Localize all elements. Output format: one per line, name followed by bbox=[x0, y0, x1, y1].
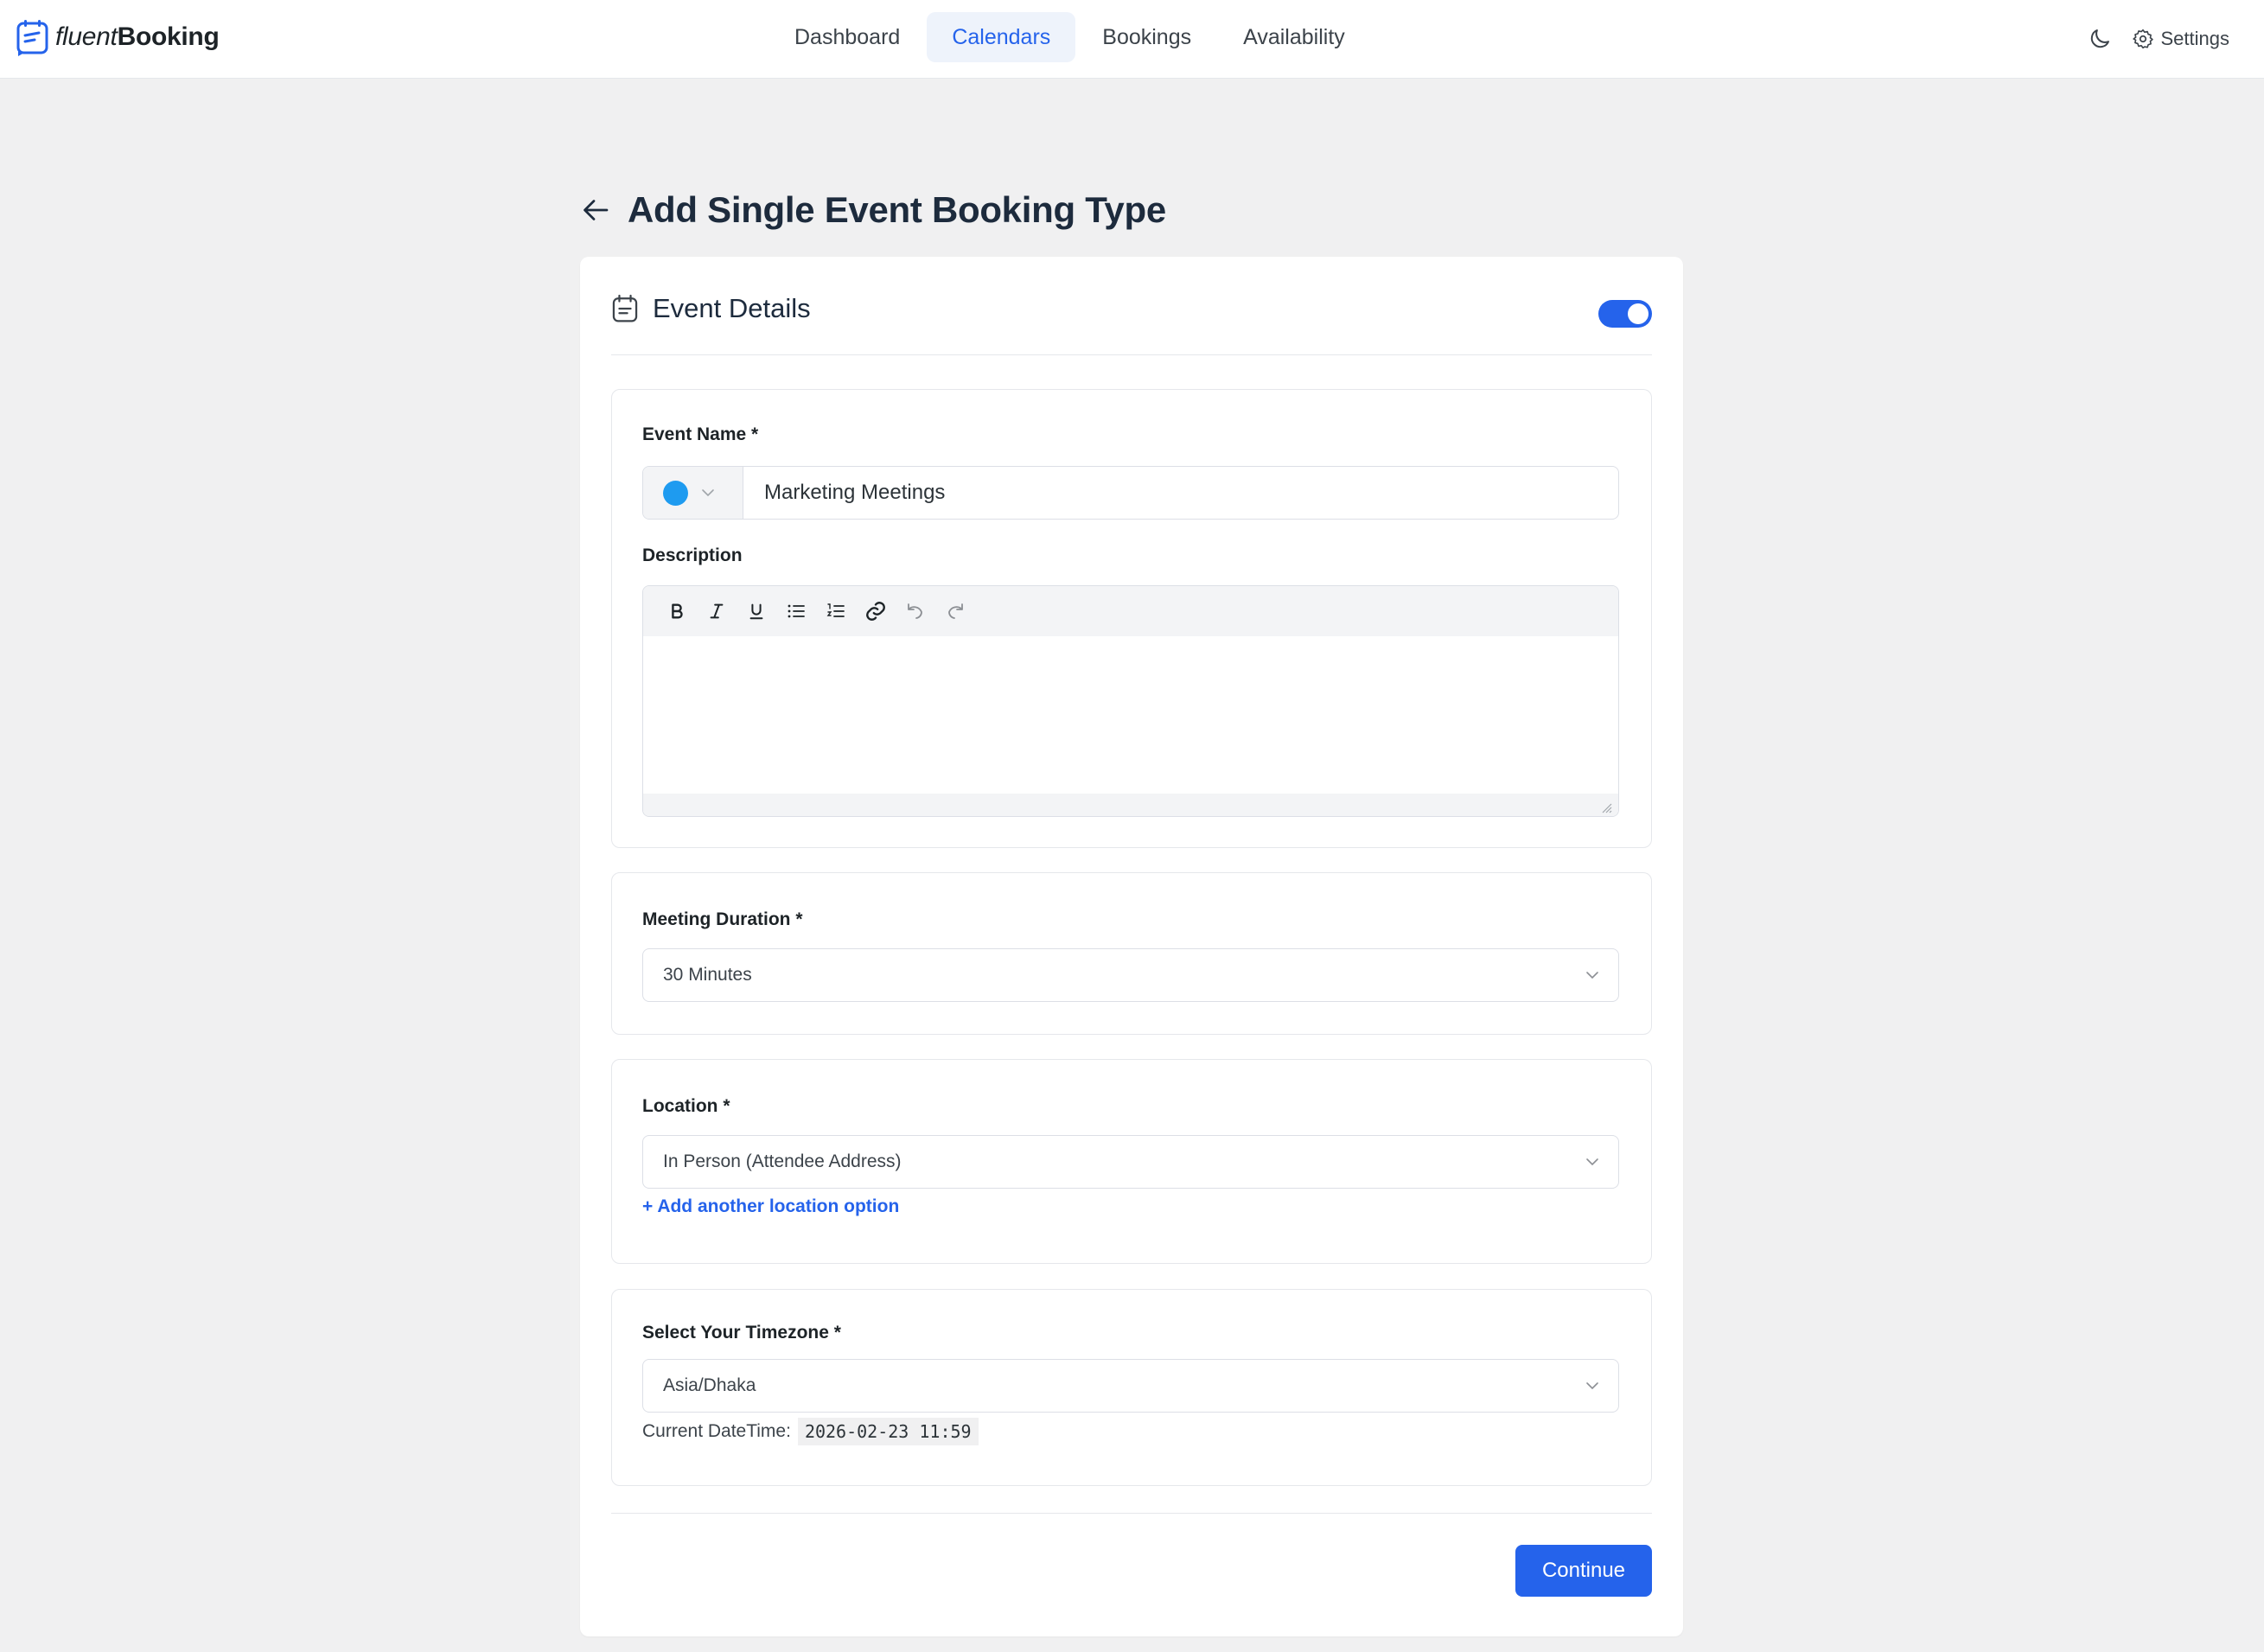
timezone-section: Select Your Timezone * Asia/Dhaka Curren… bbox=[611, 1289, 1652, 1486]
brand-logo[interactable]: fluentBooking bbox=[16, 17, 220, 57]
editor-toolbar bbox=[643, 586, 1618, 636]
event-color-picker[interactable] bbox=[643, 467, 743, 519]
chevron-down-icon bbox=[1586, 1158, 1598, 1166]
description-editor bbox=[642, 585, 1619, 817]
page-title: Add Single Event Booking Type bbox=[628, 189, 1166, 230]
moon-icon bbox=[2090, 29, 2109, 48]
color-swatch bbox=[663, 480, 688, 506]
timezone-select[interactable]: Asia/Dhaka bbox=[642, 1359, 1619, 1413]
link-icon bbox=[866, 602, 885, 621]
brand-name: fluentBooking bbox=[55, 22, 220, 52]
event-name-field: Marketing Meetings bbox=[642, 466, 1619, 520]
event-name-section: Event Name * Marketing Meetings Descript… bbox=[611, 389, 1652, 848]
location-select[interactable]: In Person (Attendee Address) bbox=[642, 1135, 1619, 1189]
chevron-down-icon bbox=[1586, 1382, 1598, 1390]
meeting-duration-value: 30 Minutes bbox=[663, 965, 752, 985]
underline-icon bbox=[749, 603, 763, 620]
event-name-label: Event Name * bbox=[642, 424, 759, 444]
nav-availability[interactable]: Availability bbox=[1218, 12, 1370, 62]
current-datetime-value: 2026-02-23 11:59 bbox=[797, 1418, 979, 1445]
location-section: Location * In Person (Attendee Address) … bbox=[611, 1059, 1652, 1264]
page-header: Add Single Event Booking Type bbox=[581, 183, 1166, 237]
brand-name-light: fluent bbox=[55, 22, 118, 51]
numbered-list-icon bbox=[826, 601, 845, 622]
link-button[interactable] bbox=[856, 594, 896, 628]
current-datetime: Current DateTime: 2026-02-23 11:59 bbox=[642, 1418, 979, 1445]
bold-icon bbox=[672, 603, 683, 619]
chevron-down-icon bbox=[1586, 972, 1598, 979]
divider bbox=[611, 1513, 1652, 1514]
undo-icon bbox=[908, 603, 922, 619]
timezone-label: Select Your Timezone * bbox=[642, 1323, 841, 1343]
location-value: In Person (Attendee Address) bbox=[663, 1151, 902, 1171]
nav-bookings[interactable]: Bookings bbox=[1077, 12, 1216, 62]
chevron-down-icon bbox=[702, 489, 714, 497]
italic-button[interactable] bbox=[697, 594, 737, 628]
top-navbar: fluentBooking Dashboard Calendars Bookin… bbox=[0, 0, 2264, 79]
event-name-input[interactable]: Marketing Meetings bbox=[743, 467, 945, 519]
location-label: Location * bbox=[642, 1096, 730, 1116]
description-label: Description bbox=[642, 545, 743, 565]
continue-button[interactable]: Continue bbox=[1515, 1545, 1652, 1597]
undo-button[interactable] bbox=[896, 594, 935, 628]
underline-button[interactable] bbox=[737, 594, 776, 628]
toggle-knob bbox=[1628, 303, 1649, 324]
event-enabled-toggle[interactable] bbox=[1598, 300, 1652, 328]
card-title: Event Details bbox=[653, 292, 811, 323]
back-button[interactable] bbox=[581, 193, 615, 227]
nav-dashboard[interactable]: Dashboard bbox=[769, 12, 925, 62]
bullet-list-icon bbox=[788, 604, 805, 618]
current-datetime-label: Current DateTime: bbox=[642, 1421, 791, 1441]
redo-icon bbox=[948, 603, 963, 619]
topbar-actions: Settings bbox=[2082, 21, 2230, 57]
settings-button[interactable]: Settings bbox=[2132, 28, 2230, 50]
main-nav: Dashboard Calendars Bookings Availabilit… bbox=[769, 12, 1372, 62]
italic-icon bbox=[710, 603, 724, 619]
gear-icon bbox=[2132, 29, 2153, 49]
arrow-left-icon bbox=[584, 200, 609, 220]
bullet-list-button[interactable] bbox=[776, 594, 816, 628]
nav-calendars[interactable]: Calendars bbox=[927, 12, 1076, 62]
event-details-card: Event Details Event Name * Marketing Mee… bbox=[580, 257, 1683, 1636]
brand-name-bold: Booking bbox=[117, 22, 220, 51]
calendar-note-icon bbox=[612, 294, 638, 322]
meeting-duration-select[interactable]: 30 Minutes bbox=[642, 948, 1619, 1002]
timezone-value: Asia/Dhaka bbox=[663, 1375, 756, 1395]
card-header: Event Details bbox=[611, 291, 1652, 355]
fluent-booking-logo-icon bbox=[16, 20, 48, 56]
numbered-list-button[interactable] bbox=[816, 594, 856, 628]
editor-statusbar bbox=[643, 794, 1618, 816]
description-textarea[interactable] bbox=[643, 636, 1618, 794]
bold-button[interactable] bbox=[657, 594, 697, 628]
meeting-duration-label: Meeting Duration * bbox=[642, 909, 803, 929]
dark-mode-toggle[interactable] bbox=[2082, 21, 2118, 57]
add-location-link[interactable]: + Add another location option bbox=[642, 1196, 899, 1217]
settings-label: Settings bbox=[2160, 28, 2230, 49]
redo-button[interactable] bbox=[935, 594, 975, 628]
meeting-duration-section: Meeting Duration * 30 Minutes bbox=[611, 872, 1652, 1035]
resize-grip-icon[interactable] bbox=[1599, 800, 1613, 814]
